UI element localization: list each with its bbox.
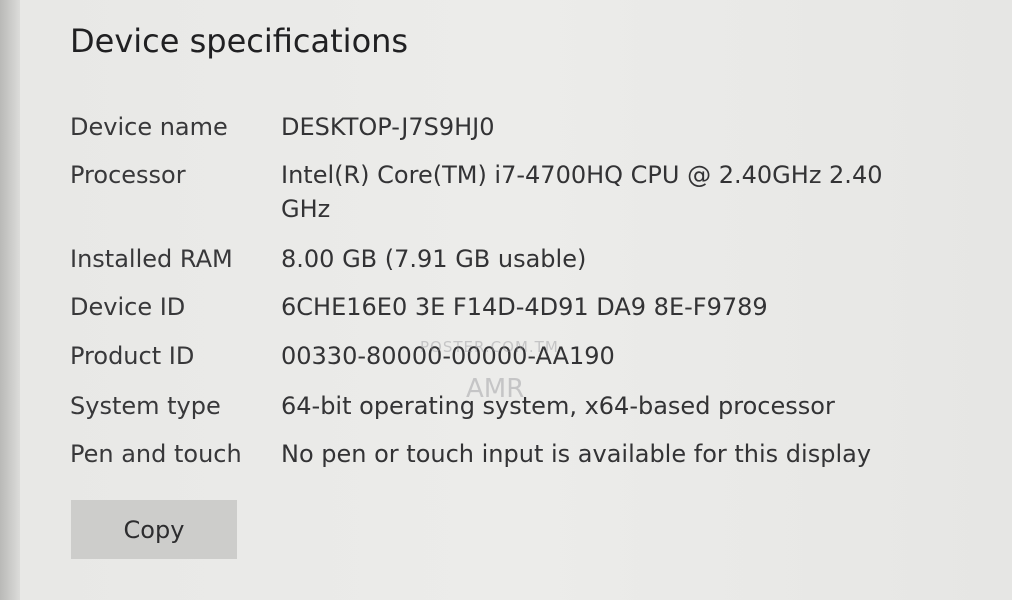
screen-bezel [0,0,20,600]
spec-value[interactable]: 64-bit operating system, x64-based proce… [281,389,931,423]
spec-label: System type [70,392,221,420]
spec-label: Product ID [70,342,195,370]
spec-label: Device name [70,113,228,141]
watermark-site-text: POSTER.COM.TM [420,338,559,356]
spec-label: Installed RAM [70,245,233,273]
copy-button[interactable]: Copy [71,500,237,559]
spec-value[interactable]: Intel(R) Core(TM) i7-4700HQ CPU @ 2.40GH… [281,158,931,226]
section-title: Device specifications [70,22,409,60]
spec-value[interactable]: No pen or touch input is available for t… [281,437,931,471]
spec-label: Pen and touch [70,440,242,468]
spec-value[interactable]: 00330-80000-00000-AA190 [281,339,931,373]
spec-label: Processor [70,161,186,189]
watermark-brand-text: AMR [466,374,525,404]
spec-label: Device ID [70,293,186,321]
spec-value[interactable]: 6CHE16E0 3E F14D-4D91 DA9 8E-F9789 [281,290,931,324]
spec-value[interactable]: 8.00 GB (7.91 GB usable) [281,242,931,276]
spec-value[interactable]: DESKTOP-J7S9HJ0 [281,110,931,144]
